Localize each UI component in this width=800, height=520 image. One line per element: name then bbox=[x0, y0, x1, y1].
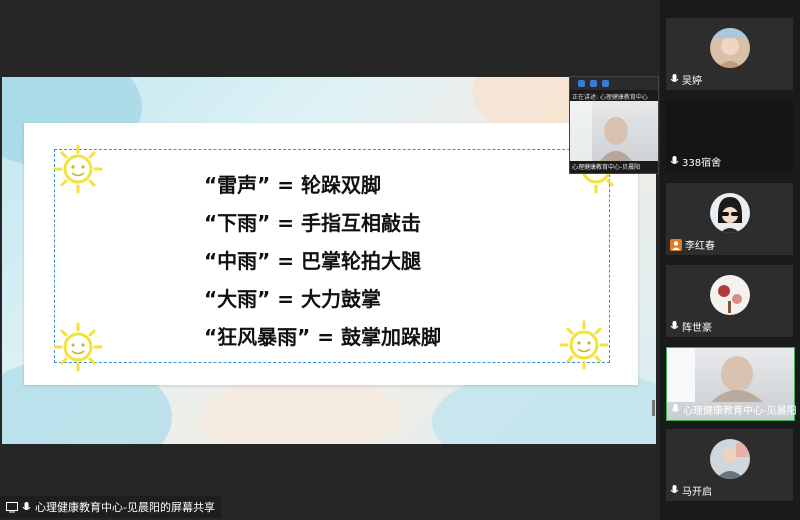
share-status-label: 心理健康教育中心-见晨阳的屏幕共享 bbox=[35, 501, 215, 514]
sun-icon bbox=[53, 144, 103, 194]
minimize-icon[interactable] bbox=[578, 80, 585, 87]
floating-window-titlebar[interactable] bbox=[570, 77, 658, 90]
screen-share-area: “雷声” = 轮跺双脚 “下雨” = 手指互相敲击 “中雨” = 巴掌轮拍大腿 … bbox=[0, 0, 660, 520]
slide-card: “雷声” = 轮跺双脚 “下雨” = 手指互相敲击 “中雨” = 巴掌轮拍大腿 … bbox=[24, 123, 638, 385]
participant-name: 李红春 bbox=[685, 241, 715, 252]
mic-icon bbox=[670, 156, 679, 164]
participant-name: 吴婷 bbox=[682, 76, 702, 87]
restore-icon[interactable] bbox=[590, 80, 597, 87]
participant-tile-active[interactable]: 心理健康教育中心-见晨阳 bbox=[666, 347, 797, 421]
mic-icon bbox=[670, 74, 679, 82]
avatar bbox=[710, 28, 750, 68]
avatar bbox=[710, 439, 750, 479]
avatar bbox=[710, 193, 750, 233]
participant-tile[interactable]: 马开启 bbox=[666, 429, 793, 501]
speaking-status: 正在讲述: 心理健康教育中心 bbox=[572, 94, 648, 101]
avatar bbox=[710, 275, 750, 315]
participant-sidebar: 吴婷 338宿舍 李红春 阵世豪 心理健康教育中心-见晨阳 马开启 bbox=[660, 0, 800, 520]
speaker-video bbox=[570, 101, 658, 161]
rule-line-2: “下雨” = 手指互相敲击 bbox=[204, 211, 421, 235]
rule-line-1: “雷声” = 轮跺双脚 bbox=[204, 173, 381, 197]
sun-icon bbox=[53, 322, 103, 372]
panel-scroll-handle[interactable] bbox=[652, 400, 655, 416]
participant-name: 阵世豪 bbox=[682, 323, 712, 334]
participant-name: 338宿舍 bbox=[682, 158, 722, 169]
participant-tile[interactable]: 李红春 bbox=[666, 183, 793, 255]
rule-line-5: “狂风暴雨” = 鼓掌加跺脚 bbox=[204, 325, 441, 349]
floating-speaker-window[interactable]: 正在讲述: 心理健康教育中心 心理健康教育中心-贝晨阳 bbox=[569, 76, 659, 174]
participant-tile[interactable]: 338宿舍 bbox=[666, 100, 793, 172]
expand-icon[interactable] bbox=[602, 80, 609, 87]
participant-name: 心理健康教育中心-见晨阳 bbox=[683, 406, 797, 417]
speaker-silhouette bbox=[570, 101, 632, 161]
rule-line-4: “大雨” = 大力鼓掌 bbox=[204, 287, 381, 311]
decor-blob bbox=[202, 377, 402, 444]
participant-tile[interactable]: 阵世豪 bbox=[666, 265, 793, 337]
sun-icon bbox=[559, 320, 609, 370]
screen-share-icon bbox=[6, 501, 18, 512]
mic-icon bbox=[671, 404, 680, 412]
speaker-video bbox=[667, 348, 763, 402]
user-icon bbox=[670, 238, 682, 251]
rule-line-3: “中雨” = 巴掌轮拍大腿 bbox=[204, 249, 421, 273]
participant-tile[interactable]: 吴婷 bbox=[666, 18, 793, 90]
mic-icon bbox=[670, 485, 679, 493]
mic-icon bbox=[22, 501, 31, 510]
share-status-bar: 心理健康教育中心-见晨阳的屏幕共享 bbox=[0, 496, 221, 518]
participant-name: 马开启 bbox=[682, 487, 712, 498]
mic-icon bbox=[670, 321, 679, 329]
presentation-slide: “雷声” = 轮跺双脚 “下雨” = 手指互相敲击 “中雨” = 巴掌轮拍大腿 … bbox=[2, 77, 656, 444]
speaker-name-label: 心理健康教育中心-贝晨阳 bbox=[572, 164, 641, 171]
